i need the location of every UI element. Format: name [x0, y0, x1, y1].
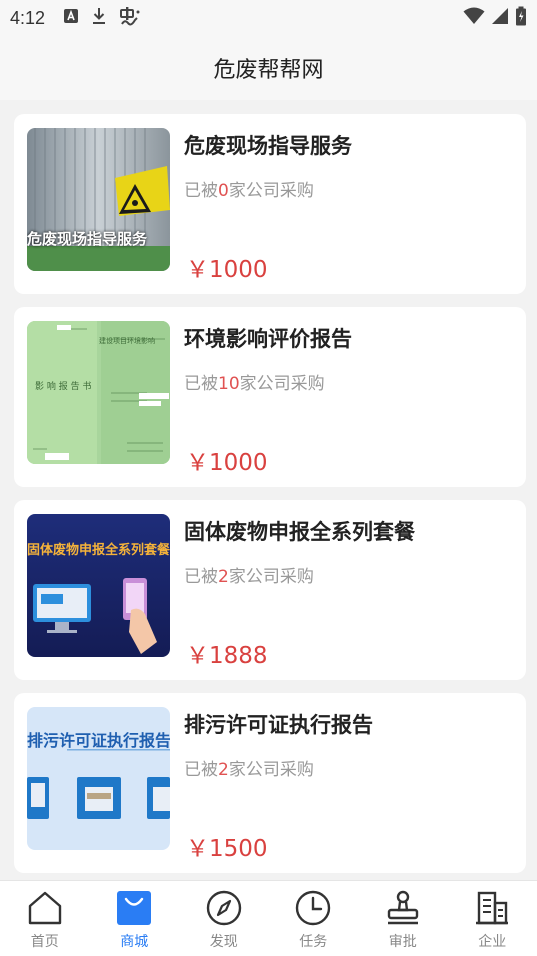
thumbnail-caption: 影 响 报 告 书 — [35, 382, 92, 392]
thumbnail-caption: 固体废物申报全系列套餐 — [27, 543, 170, 558]
status-bar: 4:12 — [0, 0, 537, 36]
tab-home[interactable]: 首页 — [0, 881, 90, 956]
product-price: ￥1000 — [186, 450, 268, 476]
sales-suffix: 家公司采购 — [239, 374, 325, 394]
product-thumbnail[interactable]: 建设项目环境影响 影 响 报 告 书 — [27, 321, 170, 464]
status-notification-icons — [63, 6, 141, 30]
sales-suffix: 家公司采购 — [228, 567, 314, 587]
status-time: 4:12 — [10, 7, 46, 28]
tab-shop[interactable]: 商城 — [90, 881, 180, 956]
product-thumbnail[interactable]: 危废现场指导服务 — [27, 128, 170, 271]
tab-discover[interactable]: 发现 — [179, 881, 269, 956]
notification-a-icon — [63, 8, 79, 28]
tab-company[interactable]: 企业 — [448, 881, 537, 956]
sales-count: 10 — [218, 374, 240, 394]
tab-label: 企业 — [478, 934, 507, 950]
svg-text:建设项目环境影响: 建设项目环境影响 — [99, 336, 155, 345]
product-card[interactable]: 排污许可证执行报告 排污许可证执行报告 已被2家公司采购 ￥1500 — [14, 693, 526, 873]
app-header: 危废帮帮网 — [0, 36, 537, 100]
sales-prefix: 已被 — [184, 374, 218, 394]
page-title: 危废帮帮网 — [213, 58, 324, 83]
wifi-icon — [463, 7, 485, 29]
product-card[interactable]: 危废现场指导服务 危废现场指导服务 已被0家公司采购 ￥1000 — [14, 114, 526, 294]
product-thumbnail[interactable]: 排污许可证执行报告 — [27, 707, 170, 850]
sales-prefix: 已被 — [184, 567, 218, 587]
thumbnail-caption: 排污许可证执行报告 — [27, 731, 170, 750]
clock-icon — [294, 889, 332, 927]
tab-approval[interactable]: 审批 — [358, 881, 448, 956]
sales-suffix: 家公司采购 — [228, 760, 314, 780]
product-price: ￥1500 — [186, 836, 268, 862]
shop-bag-icon — [115, 889, 153, 927]
product-title[interactable]: 固体废物申报全系列套餐 — [184, 516, 415, 546]
sales-suffix: 家公司采购 — [228, 181, 314, 201]
home-icon — [26, 889, 64, 927]
product-title[interactable]: 危废现场指导服务 — [184, 130, 352, 160]
thumbnail-caption: 危废现场指导服务 — [27, 230, 148, 248]
tab-tasks[interactable]: 任务 — [269, 881, 359, 956]
app-notification-icon — [119, 6, 141, 30]
tab-label: 任务 — [299, 934, 328, 950]
tab-label: 首页 — [30, 934, 59, 950]
signal-icon — [491, 7, 509, 29]
sales-count: 2 — [218, 760, 229, 780]
status-system-icons — [463, 6, 527, 30]
product-thumbnail[interactable]: 固体废物申报全系列套餐 — [27, 514, 170, 657]
product-title[interactable]: 环境影响评价报告 — [184, 323, 352, 353]
product-sales: 已被0家公司采购 — [184, 176, 314, 201]
tab-label: 审批 — [388, 934, 417, 950]
product-sales: 已被2家公司采购 — [184, 755, 314, 780]
building-icon — [473, 889, 511, 927]
stamp-icon — [384, 889, 422, 927]
tab-label: 发现 — [209, 934, 238, 950]
product-card[interactable]: 固体废物申报全系列套餐 固体废物申报全系列套餐 已被2家公司采购 ￥1888 — [14, 500, 526, 680]
sales-count: 2 — [218, 567, 229, 587]
tab-label: 商城 — [120, 934, 149, 950]
sales-prefix: 已被 — [184, 760, 218, 780]
product-price: ￥1000 — [186, 257, 268, 283]
product-card[interactable]: 建设项目环境影响 影 响 报 告 书 环境影响评价报告 已被10家公司采购 ￥1… — [14, 307, 526, 487]
bottom-tab-bar: 首页 商城 发现 任务 审批 企业 — [0, 880, 537, 956]
compass-icon — [205, 889, 243, 927]
download-icon — [91, 7, 107, 29]
product-title[interactable]: 排污许可证执行报告 — [184, 709, 373, 739]
sales-count: 0 — [218, 181, 229, 201]
product-sales: 已被2家公司采购 — [184, 562, 314, 587]
battery-icon — [515, 6, 527, 30]
product-list: 危废现场指导服务 危废现场指导服务 已被0家公司采购 ￥1000 建设项目环境影… — [14, 114, 526, 886]
product-price: ￥1888 — [186, 643, 268, 669]
sales-prefix: 已被 — [184, 181, 218, 201]
product-sales: 已被10家公司采购 — [184, 369, 325, 394]
